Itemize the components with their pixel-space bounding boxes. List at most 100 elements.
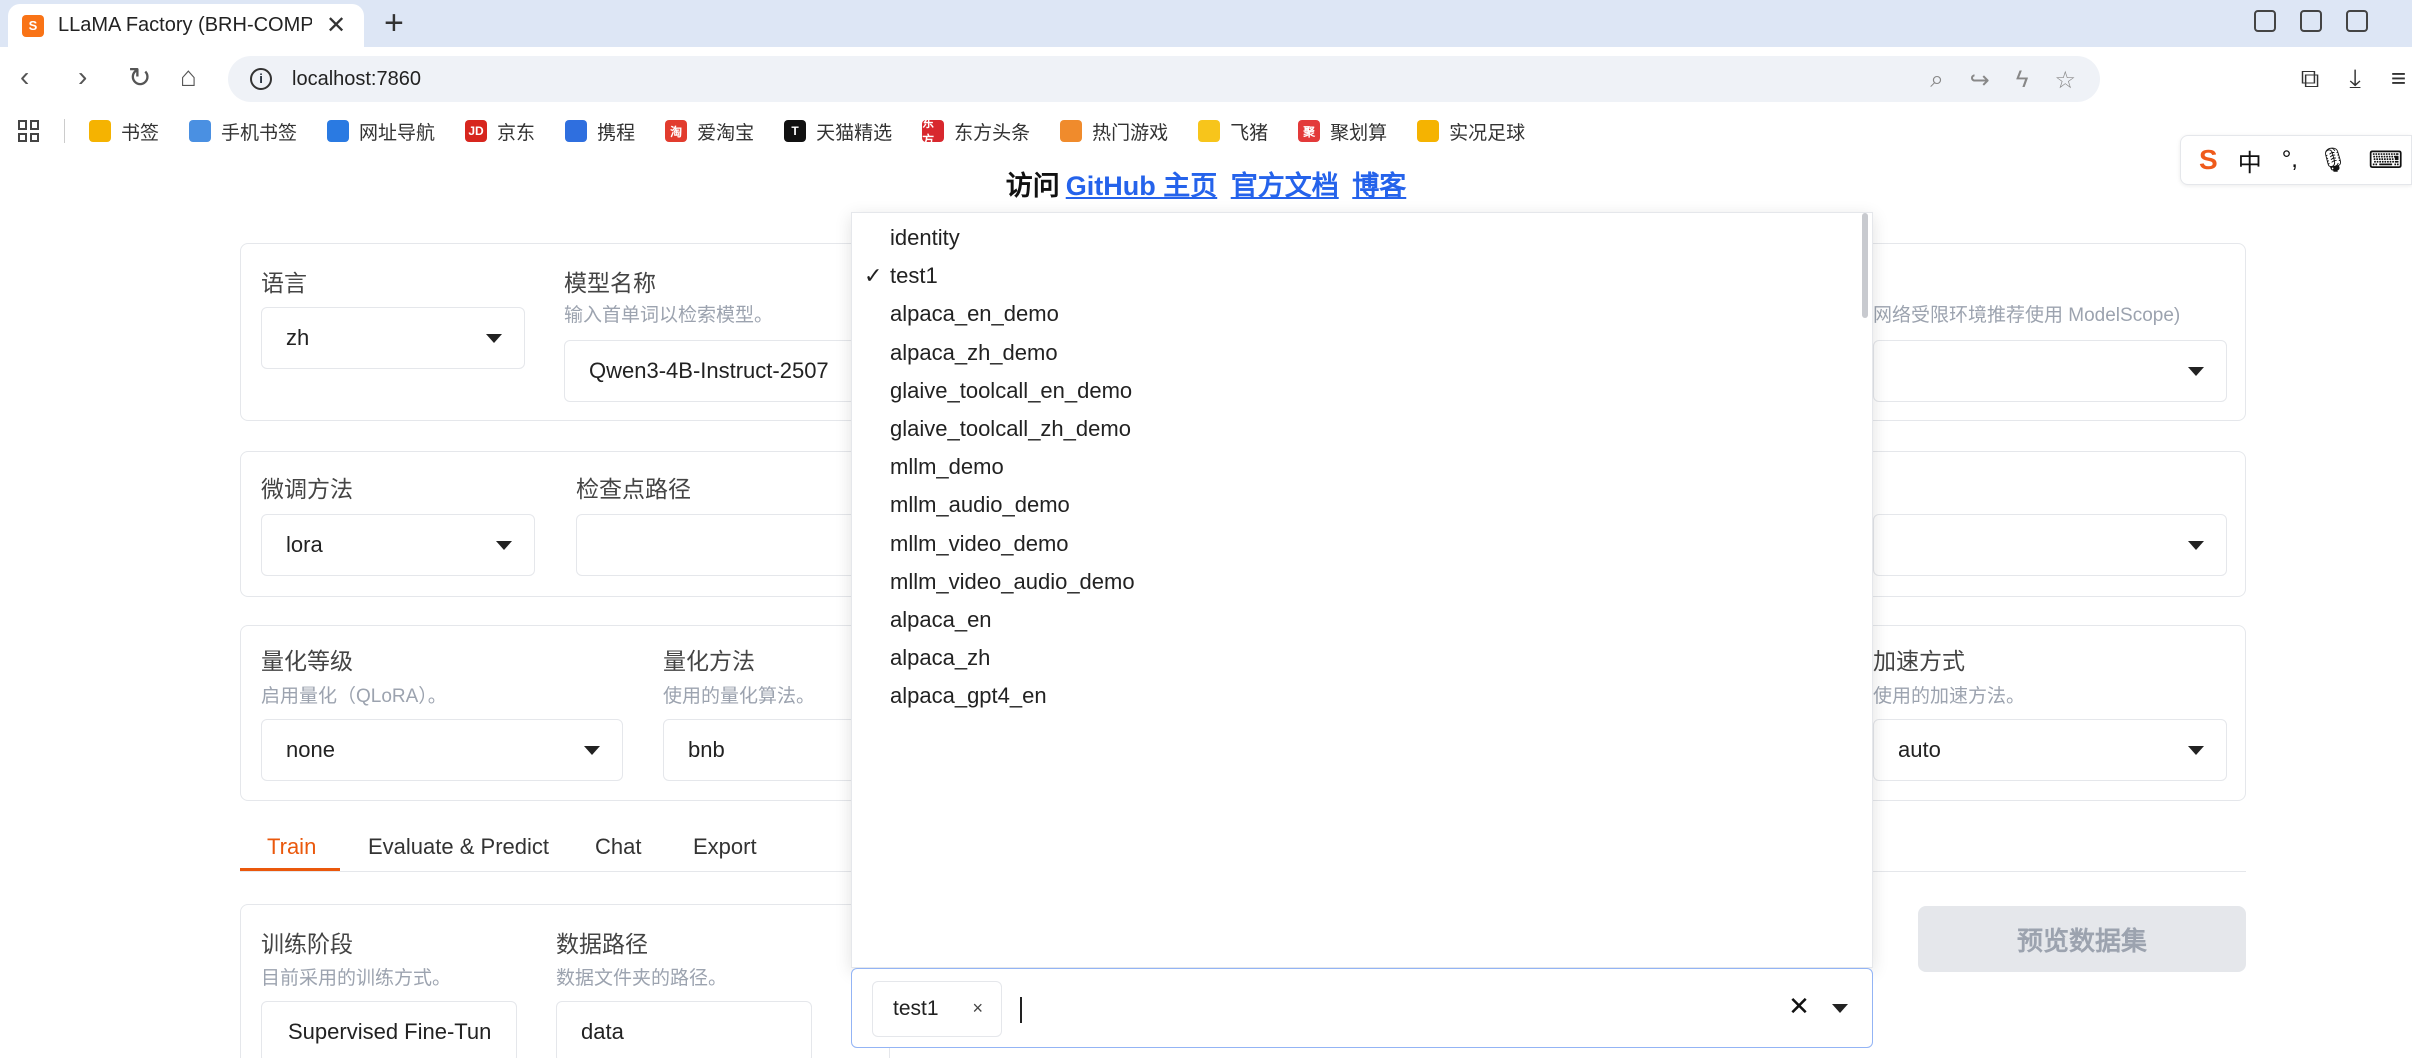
- browser-tools: ⧉ ⤓ ≡: [2301, 63, 2412, 95]
- forward-icon[interactable]: ›: [78, 61, 87, 93]
- bookmark-label: 热门游戏: [1092, 122, 1169, 144]
- dataset-option[interactable]: alpaca_en: [890, 605, 992, 635]
- tab-chat[interactable]: Chat: [595, 834, 641, 860]
- dataset-option[interactable]: mllm_audio_demo: [890, 490, 1070, 520]
- bookmark-item[interactable]: JD 京东: [465, 118, 535, 145]
- chevron-down-icon: [2188, 541, 2204, 550]
- dataset-option[interactable]: mllm_video_demo: [890, 529, 1069, 559]
- download-icon[interactable]: ⤓: [2349, 63, 2361, 95]
- bookmark-label: 天猫精选: [816, 122, 893, 144]
- bookmark-item[interactable]: 东方 东方头条: [922, 116, 1031, 147]
- model-name-label: 模型名称: [564, 270, 656, 296]
- bookmarks-bar: 书签 手机书签 网址导航 JD 京东 携程 淘爱淘宝 T 天猫精选 东方 东方头条 热门游戏 飞猪 聚聚划…: [0, 113, 2412, 149]
- chevron-down-icon: [2188, 746, 2204, 755]
- dataset-option[interactable]: identity: [890, 223, 960, 253]
- model-name-value: Qwen3-4B-Instruct-2507: [589, 358, 829, 383]
- bookmark-item[interactable]: 实况足球: [1417, 118, 1525, 145]
- close-tab-icon[interactable]: ✕: [326, 11, 346, 40]
- header-prefix: 访问: [1005, 171, 1060, 201]
- bookmark-favicon-icon: 淘: [665, 120, 688, 142]
- bookmark-favicon-icon: 聚: [1298, 120, 1321, 142]
- bookmark-item[interactable]: 热门游戏: [1060, 118, 1168, 145]
- bookmark-item[interactable]: 淘爱淘宝: [665, 118, 754, 145]
- quant-level-select[interactable]: none: [261, 719, 623, 781]
- quant-method-select[interactable]: bnb: [663, 719, 863, 781]
- docs-link[interactable]: 官方文档: [1231, 171, 1339, 201]
- menu-icon[interactable]: ≡: [2391, 63, 2406, 95]
- bookmark-item[interactable]: 聚聚划算: [1298, 118, 1387, 145]
- apps-grid-icon[interactable]: [18, 120, 40, 142]
- checkpoint-path-select[interactable]: [576, 514, 876, 576]
- back-icon[interactable]: ‹: [20, 61, 29, 93]
- template-select[interactable]: [1873, 514, 2227, 576]
- bookmark-favicon-icon: T: [784, 120, 807, 142]
- quant-method-hint: 使用的量化算法。: [663, 686, 816, 707]
- tab-evaluate-predict[interactable]: Evaluate & Predict: [368, 834, 549, 860]
- nav-icon: [327, 120, 350, 142]
- dataset-option[interactable]: glaive_toolcall_zh_demo: [890, 414, 1131, 444]
- dataset-multiselect[interactable]: test1 × ✕: [851, 968, 1873, 1048]
- star-icon: [89, 120, 111, 142]
- dataset-option[interactable]: alpaca_zh: [890, 643, 990, 673]
- bookmark-star-icon[interactable]: ☆: [2054, 66, 2076, 95]
- browser-tab[interactable]: S LLaMA Factory (BRH-COMPU ✕: [8, 4, 364, 47]
- bookmark-label: 东方头条: [954, 122, 1031, 144]
- home-icon[interactable]: ⌂: [180, 61, 197, 93]
- dataset-option[interactable]: alpaca_zh_demo: [890, 338, 1058, 368]
- accel-value: auto: [1898, 737, 1941, 762]
- bookmark-item[interactable]: 飞猪: [1198, 118, 1268, 145]
- data-dir-input[interactable]: data: [556, 1001, 812, 1058]
- llama-factory-favicon-icon: S: [22, 14, 44, 37]
- accel-select[interactable]: auto: [1873, 719, 2227, 781]
- clear-selection-icon[interactable]: ✕: [1786, 993, 1812, 1019]
- dataset-option[interactable]: glaive_toolcall_en_demo: [890, 376, 1132, 406]
- chevron-down-icon: [2188, 367, 2204, 376]
- folder-icon: [1417, 120, 1440, 142]
- chevron-down-icon: [486, 334, 502, 343]
- dataset-option[interactable]: alpaca_en_demo: [890, 299, 1059, 329]
- bookmark-label: 飞猪: [1230, 122, 1269, 144]
- site-info-icon[interactable]: i: [250, 68, 272, 90]
- reload-icon[interactable]: ↻: [128, 61, 151, 94]
- bookmark-item[interactable]: T 天猫精选: [784, 118, 892, 145]
- bookmark-item[interactable]: 手机书签: [189, 118, 297, 145]
- finetune-method-label: 微调方法: [261, 476, 353, 502]
- blog-link[interactable]: 博客: [1352, 171, 1406, 201]
- language-select[interactable]: zh: [261, 307, 525, 369]
- url-field[interactable]: i localhost:7860 ⌕ ↪ ϟ ☆: [228, 56, 2100, 102]
- selected-dataset-chip: test1 ×: [872, 981, 1002, 1037]
- bookmark-item[interactable]: 网址导航: [327, 118, 435, 145]
- preview-dataset-button[interactable]: 预览数据集: [1918, 906, 2246, 972]
- dataset-option[interactable]: test1: [890, 261, 938, 291]
- checkpoint-path-label: 检查点路径: [576, 476, 691, 502]
- training-stage-value: Supervised Fine-Tuni: [288, 1019, 490, 1044]
- chevron-down-icon[interactable]: [1832, 1004, 1848, 1013]
- hub-select[interactable]: [1873, 340, 2227, 402]
- tab-export[interactable]: Export: [693, 834, 757, 860]
- github-link[interactable]: GitHub 主页: [1066, 171, 1217, 201]
- text-cursor: [1020, 997, 1022, 1023]
- puzzle-icon[interactable]: ⧉: [2301, 63, 2320, 95]
- flash-icon[interactable]: ϟ: [2016, 66, 2029, 95]
- dataset-option[interactable]: mllm_video_audio_demo: [890, 567, 1135, 597]
- model-name-input[interactable]: Qwen3-4B-Instruct-2507: [564, 340, 864, 402]
- incognito-icon[interactable]: [2300, 10, 2322, 32]
- dataset-option[interactable]: mllm_demo: [890, 452, 1004, 482]
- zoom-icon[interactable]: ⌕: [1930, 66, 1943, 95]
- new-tab-icon[interactable]: +: [384, 6, 404, 40]
- dataset-option[interactable]: alpaca_gpt4_en: [890, 681, 1047, 711]
- accel-hint: 使用的加速方法。: [1873, 686, 2026, 707]
- bookmark-label: 爱淘宝: [697, 122, 755, 144]
- dropdown-scrollbar[interactable]: [1862, 213, 1868, 318]
- tab-search-icon[interactable]: [2254, 10, 2276, 32]
- tab-train[interactable]: Train: [267, 834, 316, 860]
- ctrip-icon: [565, 120, 588, 142]
- finetune-method-select[interactable]: lora: [261, 514, 535, 576]
- bookmark-item[interactable]: 书签: [89, 118, 159, 145]
- extension-icon[interactable]: [2346, 10, 2368, 32]
- phone-icon: [189, 120, 212, 142]
- share-icon[interactable]: ↪: [1970, 66, 1990, 95]
- training-stage-select[interactable]: Supervised Fine-Tuni: [261, 1001, 517, 1058]
- bookmark-item[interactable]: 携程: [565, 118, 635, 145]
- remove-chip-icon[interactable]: ×: [972, 998, 983, 1019]
